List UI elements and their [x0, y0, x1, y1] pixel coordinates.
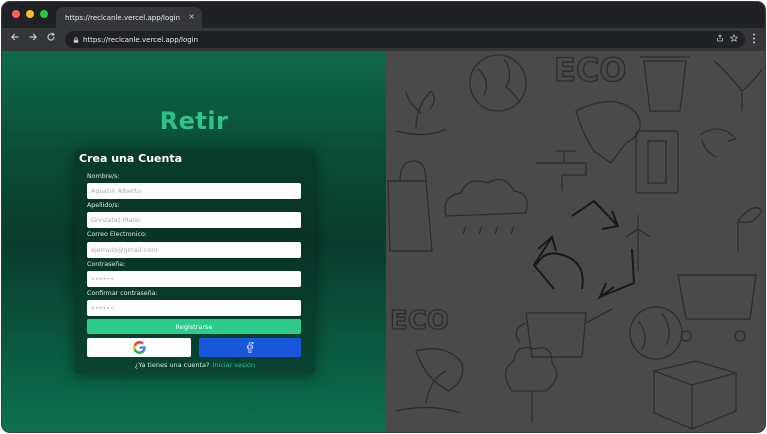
minimize-window-button[interactable]	[26, 10, 34, 18]
signup-form: Crea una Cuenta Nombre/s: Apellido/s: Co…	[75, 150, 315, 374]
maximize-window-button[interactable]	[40, 10, 48, 18]
page-viewport: Retir Crea una Cuenta Nombre/s: Apellido…	[2, 51, 765, 432]
register-button[interactable]: Registrarse	[87, 319, 301, 334]
tab-strip: https://reclcanle.vercel.app/login ×	[2, 2, 765, 28]
url-text: https://reclcanle.vercel.app/login	[83, 35, 199, 44]
last-name-label: Apellido/s:	[87, 202, 120, 209]
arrow-right-icon[interactable]	[26, 32, 40, 46]
first-name-label: Nombre/s:	[87, 173, 120, 180]
close-window-button[interactable]	[12, 10, 20, 18]
address-bar[interactable]: https://reclcanle.vercel.app/login	[65, 31, 745, 48]
lock-icon	[73, 36, 79, 43]
browser-window: https://reclcanle.vercel.app/login × htt…	[1, 1, 766, 433]
brand-logo: Retir	[159, 107, 229, 135]
svg-text:ECO: ECO	[554, 51, 627, 89]
eco-illustration-panel: ECO ECO	[386, 51, 765, 432]
window-controls	[12, 10, 48, 18]
share-icon[interactable]	[714, 34, 725, 45]
form-title: Crea una Cuenta	[79, 152, 183, 165]
eco-doodle-illustration: ECO ECO	[387, 51, 763, 430]
email-label: Correo Electronico:	[87, 231, 147, 238]
login-prompt-text: ¿Ya tienes una cuenta?	[134, 361, 210, 369]
login-link[interactable]: Iniciar sesión	[212, 361, 255, 369]
facebook-signin-button[interactable]	[199, 338, 301, 357]
reload-icon[interactable]	[44, 32, 58, 46]
facebook-icon	[246, 342, 254, 353]
google-signin-button[interactable]	[87, 338, 191, 357]
signup-panel: Retir Crea una Cuenta Nombre/s: Apellido…	[2, 51, 386, 432]
google-icon	[132, 341, 146, 354]
svg-text:ECO: ECO	[390, 306, 449, 336]
browser-toolbar: https://reclcanle.vercel.app/login	[2, 28, 765, 51]
email-input[interactable]	[87, 242, 301, 258]
confirm-password-input[interactable]	[87, 300, 301, 316]
last-name-input[interactable]	[87, 212, 301, 228]
kebab-menu-icon[interactable]	[752, 33, 756, 48]
password-input[interactable]	[87, 271, 301, 287]
confirm-password-label: Confirmar contraseña:	[87, 290, 158, 297]
tab-title: https://reclcanle.vercel.app/login	[65, 13, 181, 22]
password-label: Contraseña:	[87, 261, 126, 268]
tab-close-icon[interactable]: ×	[188, 12, 195, 21]
arrow-left-icon[interactable]	[8, 32, 22, 46]
login-prompt-row: ¿Ya tienes una cuenta? Iniciar sesión	[75, 361, 315, 369]
first-name-input[interactable]	[87, 183, 301, 199]
star-icon[interactable]	[728, 33, 739, 45]
browser-tab[interactable]: https://reclcanle.vercel.app/login ×	[56, 7, 202, 28]
